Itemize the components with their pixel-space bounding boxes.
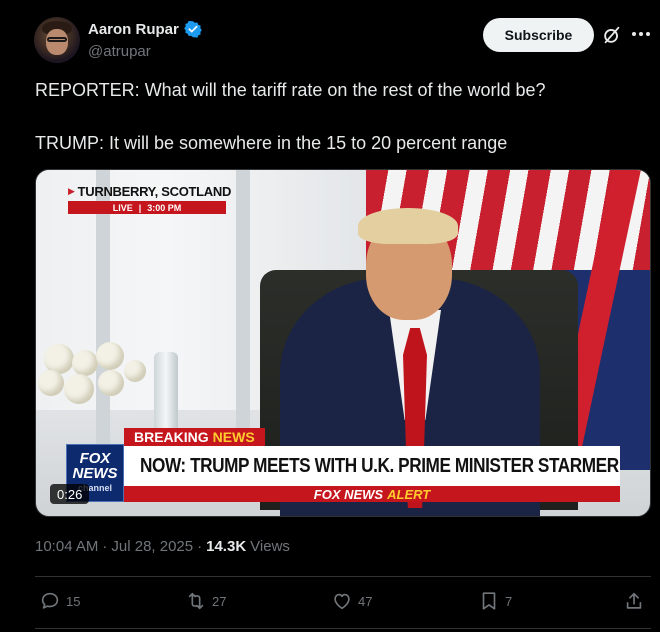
- subscribe-button[interactable]: Subscribe: [483, 18, 594, 52]
- reply-count: 15: [66, 593, 81, 609]
- location-label: TURNBERRY, SCOTLAND: [77, 184, 232, 199]
- bookmark-count: 7: [505, 593, 513, 609]
- share-icon: [626, 592, 642, 609]
- fox-news-alert-bar: FOX NEWS ALERT: [124, 486, 620, 502]
- bookmark-button[interactable]: 7: [478, 590, 512, 612]
- video-duration: 0:26: [50, 484, 90, 504]
- verified-badge-icon: [184, 20, 202, 38]
- avatar-glasses: [47, 37, 67, 42]
- bookmark-icon: [482, 592, 496, 610]
- reply-button[interactable]: 15: [39, 590, 80, 612]
- alert-word: ALERT: [387, 486, 431, 502]
- like-button[interactable]: 47: [331, 590, 372, 612]
- repost-count: 27: [212, 593, 227, 609]
- news-word: NEWS: [212, 429, 255, 445]
- action-bar: 15 27 47 7: [35, 590, 651, 616]
- tweet-meta: 10:04 AM · Jul 28, 2025 · 14.3K Views: [35, 538, 290, 555]
- live-label: LIVE: [112, 202, 133, 213]
- meta-separator: ·: [102, 538, 108, 555]
- heart-icon: [334, 593, 350, 610]
- reply-icon: [41, 592, 59, 609]
- person-hair: [358, 208, 458, 244]
- like-count: 47: [358, 593, 373, 609]
- meta-separator: ·: [197, 538, 203, 555]
- tweet-text-line-1: REPORTER: What will the tariff rate on t…: [35, 80, 546, 100]
- logo-bottom: NEWS: [72, 464, 118, 482]
- avatar-face: [46, 29, 68, 55]
- repost-button[interactable]: 27: [185, 590, 226, 612]
- views-label: Views: [250, 538, 290, 555]
- live-divider: |: [138, 202, 142, 213]
- divider: [35, 628, 651, 629]
- tweet-date[interactable]: Jul 28, 2025: [111, 538, 193, 555]
- breaking-word: BREAKING: [134, 429, 209, 445]
- water-bottle: [154, 352, 178, 438]
- author-name-row[interactable]: Aaron Rupar: [88, 20, 202, 38]
- repost-icon: [188, 592, 204, 610]
- flower-arrangement: [36, 340, 156, 430]
- grok-icon[interactable]: [601, 24, 623, 46]
- author-display-name[interactable]: Aaron Rupar: [88, 21, 179, 38]
- views-count: 14.3K: [206, 538, 247, 555]
- tweet-text-line-2: TRUMP: It will be somewhere in the 15 to…: [35, 133, 508, 153]
- location-banner: ▶ TURNBERRY, SCOTLAND LIVE | 3:00 PM: [68, 184, 231, 214]
- tweet-time[interactable]: 10:04 AM: [35, 538, 98, 555]
- logo-top: FOX: [79, 449, 111, 467]
- live-bar: LIVE | 3:00 PM: [68, 201, 226, 214]
- breaking-news-tag: BREAKING NEWS: [124, 428, 265, 446]
- headline-text: NOW: TRUMP MEETS WITH U.K. PRIME MINISTE…: [140, 454, 619, 477]
- alert-brand: FOX NEWS: [313, 486, 384, 502]
- live-time: 3:00 PM: [147, 202, 182, 213]
- play-arrow-icon: ▶: [68, 186, 75, 196]
- author-handle[interactable]: @atrupar: [88, 43, 151, 60]
- share-button[interactable]: [623, 590, 645, 612]
- video-player[interactable]: ▶ TURNBERRY, SCOTLAND LIVE | 3:00 PM BREA…: [35, 169, 651, 517]
- headline-bar: NOW: TRUMP MEETS WITH U.K. PRIME MINISTE…: [124, 446, 620, 486]
- author-avatar[interactable]: [34, 17, 80, 63]
- more-options-icon[interactable]: [632, 32, 652, 38]
- divider: [35, 576, 651, 577]
